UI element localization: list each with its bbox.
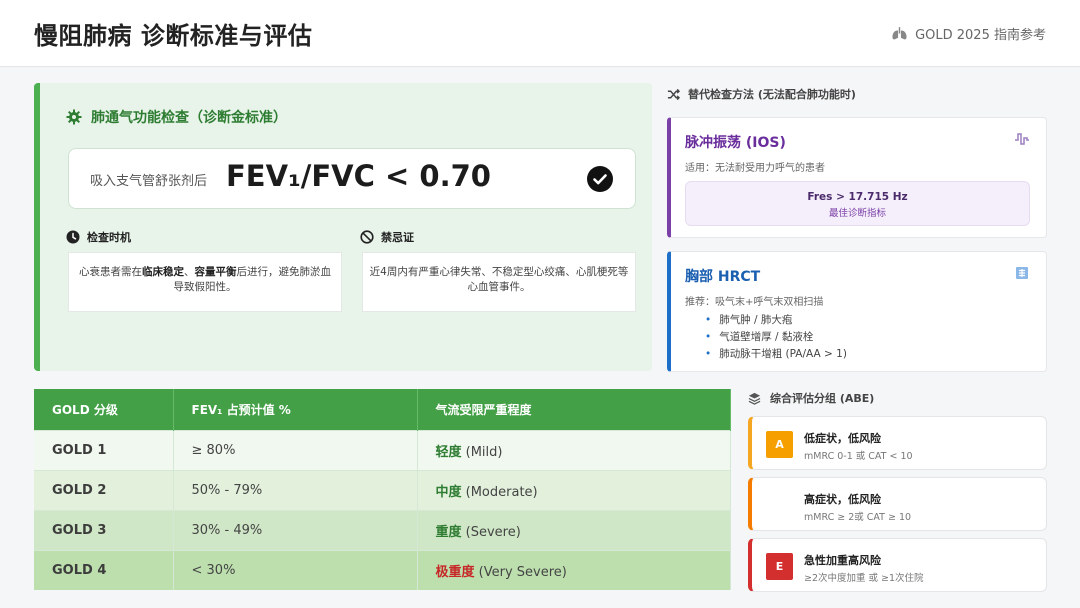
severity-english: (Moderate) xyxy=(461,484,538,500)
shuffle-icon xyxy=(667,88,680,100)
hrct-card: 胸部 HRCT 推荐：吸气末+呼气末双相扫描 肺气肿 / 肺大疱 气道壁增厚 /… xyxy=(667,251,1047,372)
timing-text: 心衰患者需在 xyxy=(79,266,142,278)
column-header: 气流受限严重程度 xyxy=(417,389,731,430)
formula-label: 吸入支气管舒张剂后 xyxy=(90,174,208,189)
group-criteria: mMRC 0-1 或 CAT < 10 xyxy=(804,451,913,462)
ios-threshold-note: 最佳诊断指标 xyxy=(828,208,886,219)
fev1-range: 30% - 49% xyxy=(173,509,418,550)
table-row: GOLD 1 ≥ 80% 轻度 (Mild) xyxy=(34,429,731,470)
ban-icon xyxy=(360,230,374,244)
timing-separator: 、 xyxy=(184,266,195,278)
list-item: 肺动脉干增粗 (PA/AA > 1) xyxy=(705,346,847,363)
timing-heading: 检查时机 xyxy=(66,229,131,245)
fev1-range: 50% - 79% xyxy=(173,469,418,510)
table-row: GOLD 4 < 30% 极重度 (Very Severe) xyxy=(34,549,731,590)
severity-cell: 轻度 (Mild) xyxy=(417,429,731,470)
page-title: 慢阻肺病 诊断标准与评估 xyxy=(34,22,313,50)
contraindication-heading: 禁忌证 xyxy=(360,229,414,245)
group-title: 急性加重高风险 xyxy=(804,554,881,567)
guideline-reference-text: GOLD 2025 指南参考 xyxy=(915,28,1046,43)
column-header: FEV₁ 占预计值 % xyxy=(173,389,418,430)
timing-emphasis: 临床稳定 xyxy=(142,266,184,278)
diagnostic-criterion: 吸入支气管舒张剂后 FEV₁/FVC < 0.70 xyxy=(68,148,636,209)
severity-label: 重度 xyxy=(435,524,462,540)
guideline-reference: GOLD 2025 指南参考 xyxy=(891,24,1046,43)
gear-icon xyxy=(66,109,82,125)
gold-grade-table: GOLD 分级 FEV₁ 占预计值 % 气流受限严重程度 GOLD 1 ≥ 80… xyxy=(34,389,731,590)
timing-emphasis: 容量平衡 xyxy=(194,266,237,278)
ios-title: 脉冲振荡 (IOS) xyxy=(685,135,786,151)
xray-icon xyxy=(1016,267,1028,279)
ios-card: 脉冲振荡 (IOS) 适用：无法耐受用力呼气的患者 Fres > 17.715 … xyxy=(667,117,1047,238)
group-badge: E xyxy=(766,553,793,580)
list-item: 肺气肿 / 肺大疱 xyxy=(705,312,847,329)
severity-cell: 中度 (Moderate) xyxy=(417,469,731,510)
timing-label: 检查时机 xyxy=(87,231,131,244)
list-item: 气道壁增厚 / 黏液栓 xyxy=(705,329,847,346)
table-header-row: GOLD 分级 FEV₁ 占预计值 % 气流受限严重程度 xyxy=(34,389,731,430)
alternatives-heading-text: 替代检查方法 (无法配合肺功能时) xyxy=(688,88,856,101)
hrct-subtitle: 推荐：吸气末+呼气末双相扫描 xyxy=(685,297,824,308)
group-title: 高症状，低风险 xyxy=(804,493,881,506)
contraindication-box: 近4周内有严重心律失常、不稳定型心绞痛、心肌梗死等心血管事件。 xyxy=(362,252,636,312)
spirometry-heading: 肺通气功能检查（诊断金标准） xyxy=(66,107,287,127)
contraindication-label: 禁忌证 xyxy=(381,231,414,244)
severity-english: (Severe) xyxy=(461,524,521,540)
waveform-icon xyxy=(1015,133,1029,145)
table-row: GOLD 3 30% - 49% 重度 (Severe) xyxy=(34,509,731,550)
spirometry-heading-text: 肺通气功能检查（诊断金标准） xyxy=(91,110,287,126)
timing-box: 心衰患者需在临床稳定、容量平衡后进行，避免肺淤血导致假阳性。 xyxy=(68,252,342,312)
gold-grade: GOLD 2 xyxy=(34,469,174,510)
alternatives-heading: 替代检查方法 (无法配合肺功能时) xyxy=(667,86,856,102)
gold-grade: GOLD 3 xyxy=(34,509,174,550)
group-criteria: mMRC ≥ 2或 CAT ≥ 10 xyxy=(804,512,912,523)
diagnostic-formula: FEV₁/FVC < 0.70 xyxy=(226,159,491,193)
ios-threshold: Fres > 17.715 Hz 最佳诊断指标 xyxy=(685,181,1030,226)
page-header: 慢阻肺病 诊断标准与评估 GOLD 2025 指南参考 xyxy=(0,0,1080,67)
group-badge: A xyxy=(766,431,793,458)
abe-heading-text: 综合评估分组 (ABE) xyxy=(770,392,875,405)
group-title: 低症状，低风险 xyxy=(804,432,881,445)
group-criteria: ≥2次中度加重 或 ≥1次住院 xyxy=(804,573,924,584)
hrct-title: 胸部 HRCT xyxy=(685,269,761,285)
gold-grade: GOLD 1 xyxy=(34,429,174,470)
severity-label: 极重度 xyxy=(435,564,475,580)
gold-grade: GOLD 4 xyxy=(34,549,174,590)
severity-label: 轻度 xyxy=(435,444,462,460)
fev1-range: < 30% xyxy=(173,549,418,590)
severity-cell: 极重度 (Very Severe) xyxy=(417,549,731,590)
abe-group-b: 高症状，低风险 mMRC ≥ 2或 CAT ≥ 10 xyxy=(748,477,1047,531)
table-row: GOLD 2 50% - 79% 中度 (Moderate) xyxy=(34,469,731,510)
abe-group-e: E 急性加重高风险 ≥2次中度加重 或 ≥1次住院 xyxy=(748,538,1047,592)
abe-group-a: A 低症状，低风险 mMRC 0-1 或 CAT < 10 xyxy=(748,416,1047,470)
severity-label: 中度 xyxy=(435,484,462,500)
severity-english: (Mild) xyxy=(461,444,503,460)
clock-icon xyxy=(66,230,80,244)
abe-heading: 综合评估分组 (ABE) xyxy=(748,390,874,406)
spirometry-card: 肺通气功能检查（诊断金标准） 吸入支气管舒张剂后 FEV₁/FVC < 0.70… xyxy=(34,83,652,371)
layers-icon xyxy=(748,392,761,405)
hrct-findings: 肺气肿 / 肺大疱 气道壁增厚 / 黏液栓 肺动脉干增粗 (PA/AA > 1) xyxy=(705,312,847,363)
ios-threshold-value: Fres > 17.715 Hz xyxy=(807,191,908,203)
severity-english: (Very Severe) xyxy=(474,564,567,580)
lungs-icon xyxy=(892,27,907,40)
ios-subtitle: 适用：无法耐受用力呼气的患者 xyxy=(685,163,825,174)
check-circle-icon xyxy=(587,166,613,192)
column-header: GOLD 分级 xyxy=(34,389,174,430)
severity-cell: 重度 (Severe) xyxy=(417,509,731,550)
fev1-range: ≥ 80% xyxy=(173,429,418,470)
